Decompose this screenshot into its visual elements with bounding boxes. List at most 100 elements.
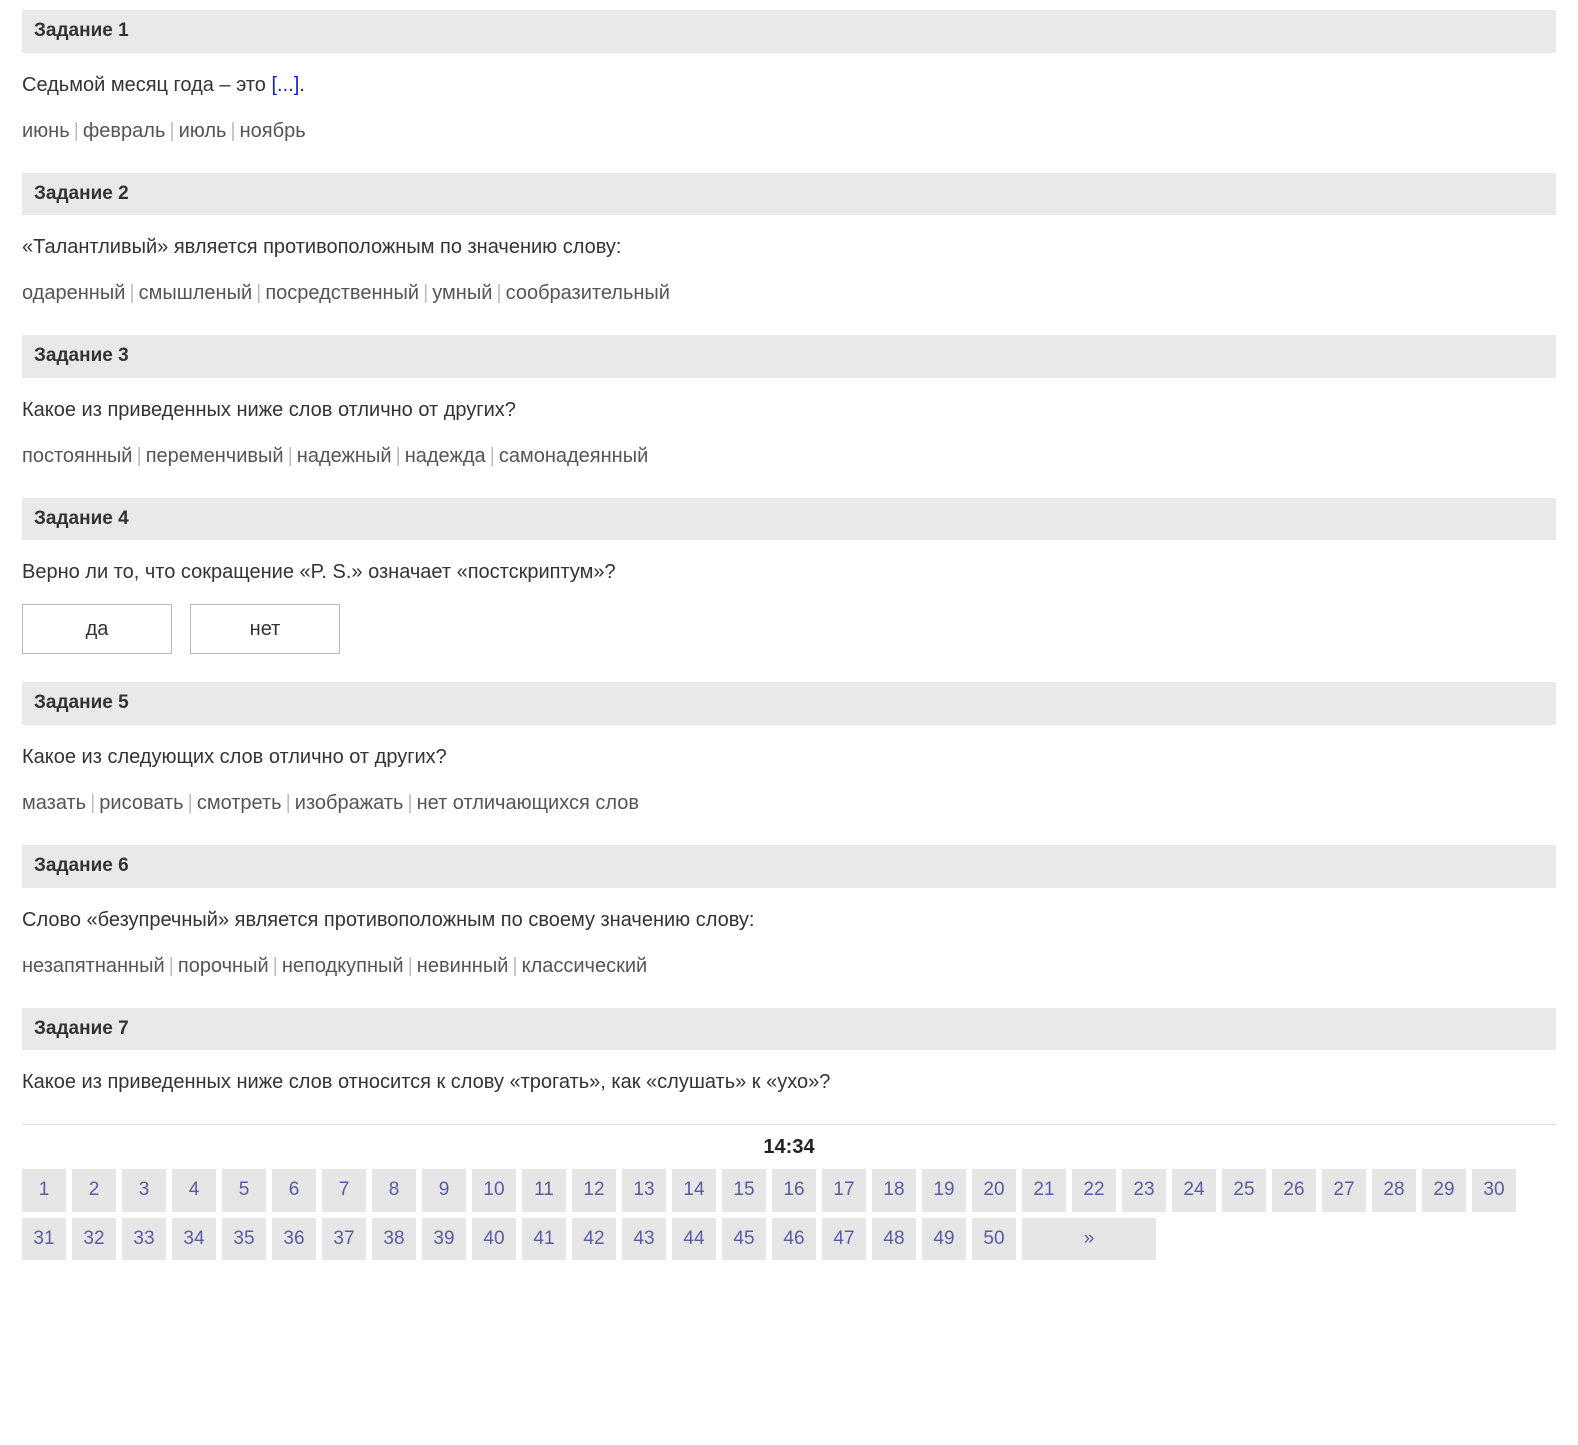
- pager-page-33[interactable]: 33: [122, 1218, 166, 1261]
- pager-page-35[interactable]: 35: [222, 1218, 266, 1261]
- task-header: Задание 3: [22, 335, 1556, 378]
- option[interactable]: посредственный: [265, 282, 419, 304]
- pager-page-9[interactable]: 9: [422, 1169, 466, 1212]
- task-header: Задание 1: [22, 10, 1556, 53]
- pager-page-5[interactable]: 5: [222, 1169, 266, 1212]
- separator: |: [132, 445, 145, 467]
- pager-page-26[interactable]: 26: [1272, 1169, 1316, 1212]
- pager-page-46[interactable]: 46: [772, 1218, 816, 1261]
- task-prompt-text-tail: .: [299, 74, 305, 96]
- pager-page-47[interactable]: 47: [822, 1218, 866, 1261]
- yes-no-row: данет: [22, 586, 1556, 654]
- option[interactable]: надежный: [297, 445, 392, 467]
- pager-page-16[interactable]: 16: [772, 1169, 816, 1212]
- task-prompt-text: Слово «безупречный» является противополо…: [22, 909, 754, 931]
- option[interactable]: июль: [179, 120, 227, 142]
- pager-page-42[interactable]: 42: [572, 1218, 616, 1261]
- option[interactable]: самонадеянный: [499, 445, 648, 467]
- option[interactable]: невинный: [417, 955, 509, 977]
- pager-page-27[interactable]: 27: [1322, 1169, 1366, 1212]
- pager-page-18[interactable]: 18: [872, 1169, 916, 1212]
- pager-page-12[interactable]: 12: [572, 1169, 616, 1212]
- option[interactable]: сообразительный: [506, 282, 670, 304]
- option[interactable]: порочный: [178, 955, 269, 977]
- pager-page-44[interactable]: 44: [672, 1218, 716, 1261]
- option[interactable]: одаренный: [22, 282, 125, 304]
- pager-next[interactable]: »: [1022, 1218, 1156, 1261]
- option[interactable]: незапятнанный: [22, 955, 165, 977]
- pager-page-17[interactable]: 17: [822, 1169, 866, 1212]
- options-row: июнь|февраль|июль|ноябрь: [22, 99, 1556, 145]
- pager-page-25[interactable]: 25: [1222, 1169, 1266, 1212]
- pager-page-34[interactable]: 34: [172, 1218, 216, 1261]
- option[interactable]: февраль: [83, 120, 166, 142]
- blank-placeholder: [...]: [271, 74, 299, 96]
- pager-page-20[interactable]: 20: [972, 1169, 1016, 1212]
- pager-page-50[interactable]: 50: [972, 1218, 1016, 1261]
- pager-page-19[interactable]: 19: [922, 1169, 966, 1212]
- options-row: мазать|рисовать|смотреть|изображать|нет …: [22, 771, 1556, 817]
- pager-page-8[interactable]: 8: [372, 1169, 416, 1212]
- no-button[interactable]: нет: [190, 604, 340, 654]
- options-row: постоянный|переменчивый|надежный|надежда…: [22, 424, 1556, 470]
- pager-page-43[interactable]: 43: [622, 1218, 666, 1261]
- task-prompt-text: Седьмой месяц года – это: [22, 74, 271, 96]
- pager-page-31[interactable]: 31: [22, 1218, 66, 1261]
- pager-page-14[interactable]: 14: [672, 1169, 716, 1212]
- pager-page-22[interactable]: 22: [1072, 1169, 1116, 1212]
- separator: |: [392, 445, 405, 467]
- separator: |: [165, 120, 178, 142]
- option[interactable]: умный: [432, 282, 492, 304]
- pager-page-4[interactable]: 4: [172, 1169, 216, 1212]
- pager-page-40[interactable]: 40: [472, 1218, 516, 1261]
- option[interactable]: июнь: [22, 120, 70, 142]
- option[interactable]: постоянный: [22, 445, 132, 467]
- task-header: Задание 4: [22, 498, 1556, 541]
- option[interactable]: рисовать: [99, 792, 183, 814]
- pager-page-37[interactable]: 37: [322, 1218, 366, 1261]
- option[interactable]: смышленый: [139, 282, 253, 304]
- pager-page-28[interactable]: 28: [1372, 1169, 1416, 1212]
- yes-button[interactable]: да: [22, 604, 172, 654]
- task-header: Задание 7: [22, 1008, 1556, 1051]
- pager-page-13[interactable]: 13: [622, 1169, 666, 1212]
- option[interactable]: неподкупный: [282, 955, 404, 977]
- separator: |: [403, 792, 416, 814]
- pager-page-21[interactable]: 21: [1022, 1169, 1066, 1212]
- pager-page-38[interactable]: 38: [372, 1218, 416, 1261]
- task-prompt: Верно ли то, что сокращение «P. S.» озна…: [22, 540, 1556, 586]
- task-block: Задание 2«Талантливый» является противоп…: [22, 173, 1556, 308]
- option[interactable]: переменчивый: [146, 445, 284, 467]
- pager-page-23[interactable]: 23: [1122, 1169, 1166, 1212]
- task-prompt: «Талантливый» является противоположным п…: [22, 215, 1556, 261]
- pager-page-32[interactable]: 32: [72, 1218, 116, 1261]
- pager-page-11[interactable]: 11: [522, 1169, 566, 1212]
- pager-page-45[interactable]: 45: [722, 1218, 766, 1261]
- option[interactable]: изображать: [295, 792, 404, 814]
- pager-page-3[interactable]: 3: [122, 1169, 166, 1212]
- pager-page-29[interactable]: 29: [1422, 1169, 1466, 1212]
- option[interactable]: классический: [522, 955, 648, 977]
- pager-page-30[interactable]: 30: [1472, 1169, 1516, 1212]
- option[interactable]: смотреть: [197, 792, 282, 814]
- pager-page-7[interactable]: 7: [322, 1169, 366, 1212]
- pager-page-1[interactable]: 1: [22, 1169, 66, 1212]
- pager-page-39[interactable]: 39: [422, 1218, 466, 1261]
- option[interactable]: надежда: [405, 445, 486, 467]
- pager-page-24[interactable]: 24: [1172, 1169, 1216, 1212]
- pager-page-36[interactable]: 36: [272, 1218, 316, 1261]
- pager-page-10[interactable]: 10: [472, 1169, 516, 1212]
- option[interactable]: мазать: [22, 792, 86, 814]
- pager-page-49[interactable]: 49: [922, 1218, 966, 1261]
- pager-page-48[interactable]: 48: [872, 1218, 916, 1261]
- task-block: Задание 6Слово «безупречный» является пр…: [22, 845, 1556, 980]
- pager-page-2[interactable]: 2: [72, 1169, 116, 1212]
- option[interactable]: нет отличающихся слов: [417, 792, 639, 814]
- task-prompt-text: «Талантливый» является противоположным п…: [22, 236, 621, 258]
- task-block: Задание 7Какое из приведенных ниже слов …: [22, 1008, 1556, 1097]
- pager-page-41[interactable]: 41: [522, 1218, 566, 1261]
- pager-page-15[interactable]: 15: [722, 1169, 766, 1212]
- option[interactable]: ноябрь: [240, 120, 306, 142]
- separator: |: [86, 792, 99, 814]
- pager-page-6[interactable]: 6: [272, 1169, 316, 1212]
